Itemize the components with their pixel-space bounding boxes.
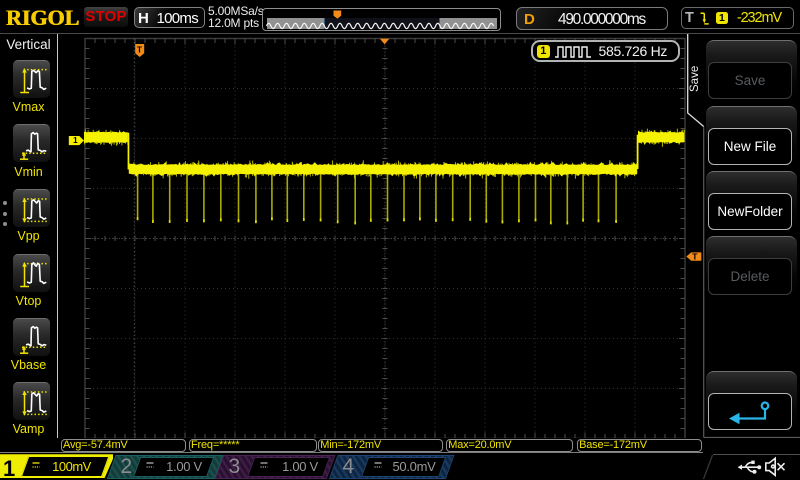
svg-text:T: T <box>137 44 143 54</box>
svg-text:1: 1 <box>73 135 78 145</box>
